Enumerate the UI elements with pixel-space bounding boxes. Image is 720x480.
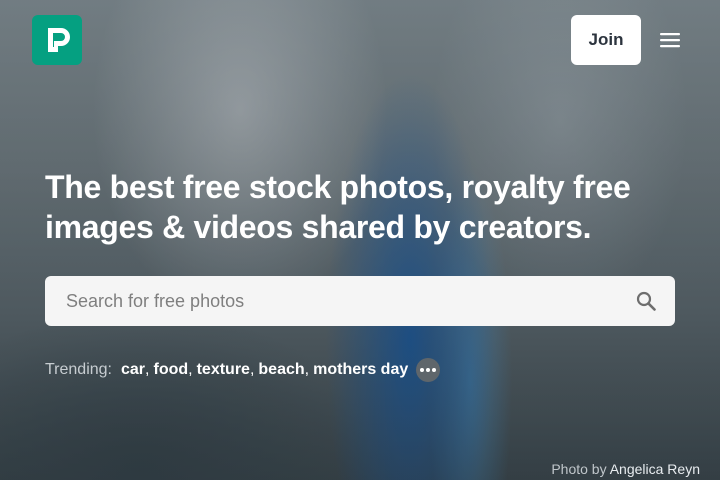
separator: , bbox=[304, 361, 310, 378]
photo-credit: Photo by Angelica Reyn bbox=[551, 461, 700, 477]
separator: , bbox=[249, 361, 255, 378]
join-button[interactable]: Join bbox=[571, 15, 641, 65]
trending-item-car[interactable]: car bbox=[121, 361, 145, 379]
trending-item-texture[interactable]: texture bbox=[197, 361, 250, 379]
separator: , bbox=[188, 361, 193, 378]
trending-item-beach[interactable]: beach bbox=[258, 361, 304, 379]
hero-section: Join The best free stock photos, royalty… bbox=[0, 0, 720, 480]
photographer-link[interactable]: Angelica Reyn bbox=[610, 461, 700, 477]
search-input[interactable] bbox=[45, 276, 635, 326]
search-bar bbox=[45, 276, 675, 326]
search-icon[interactable] bbox=[635, 290, 657, 312]
hero-headline: The best free stock photos, royalty free… bbox=[45, 169, 631, 245]
more-horizontal-icon[interactable] bbox=[416, 358, 441, 382]
separator: , bbox=[145, 361, 150, 378]
trending-label: Trending: bbox=[45, 361, 112, 378]
trending-item-food[interactable]: food bbox=[153, 361, 188, 379]
pexels-logo-icon bbox=[32, 15, 82, 65]
logo[interactable] bbox=[32, 15, 82, 65]
trending-item-mothers-day[interactable]: mothers day bbox=[313, 361, 408, 379]
photo-credit-prefix: Photo by bbox=[551, 461, 607, 477]
hamburger-menu-icon[interactable] bbox=[656, 26, 684, 54]
trending-searches: Trending: car, food, texture, beach, mot… bbox=[45, 358, 441, 382]
